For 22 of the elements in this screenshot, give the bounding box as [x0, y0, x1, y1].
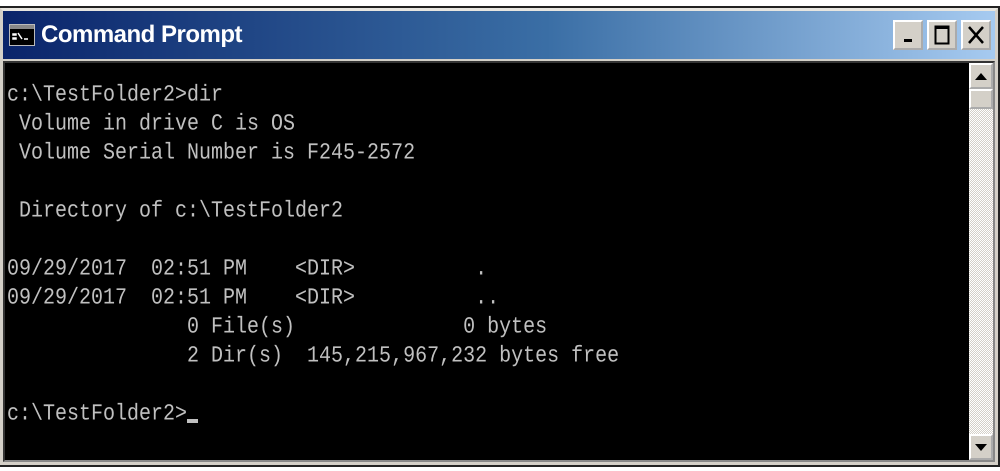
- console-icon: [9, 24, 35, 46]
- console-line: 09/29/2017 02:51 PM <DIR> .: [7, 255, 488, 285]
- console-line: Directory of c:\TestFolder2: [18, 197, 344, 227]
- scroll-up-button[interactable]: [969, 63, 993, 89]
- scrollbar-thumb[interactable]: [969, 89, 993, 109]
- minimize-icon: [904, 39, 912, 42]
- close-icon: [967, 25, 985, 45]
- console-line: 2 Dir(s) 145,215,967,232 bytes free: [186, 342, 620, 372]
- close-button[interactable]: [961, 20, 991, 50]
- console-line: Volume in drive C is OS: [18, 110, 296, 140]
- console-line: Volume Serial Number is F245-2572: [18, 139, 416, 169]
- down-arrow-icon: [975, 444, 987, 450]
- minimize-button[interactable]: [893, 20, 923, 50]
- console-line: c:\TestFolder2>dir: [7, 81, 224, 111]
- console-line: 09/29/2017 02:51 PM <DIR> ..: [7, 284, 500, 314]
- scroll-down-button[interactable]: [969, 434, 993, 460]
- console-line: 0 File(s) 0 bytes: [186, 313, 548, 343]
- maximize-icon: [934, 25, 950, 45]
- window-title: Command Prompt: [41, 21, 244, 49]
- up-arrow-icon: [975, 72, 987, 80]
- maximize-button[interactable]: [927, 20, 957, 50]
- command-prompt: c:\TestFolder2>: [7, 400, 188, 430]
